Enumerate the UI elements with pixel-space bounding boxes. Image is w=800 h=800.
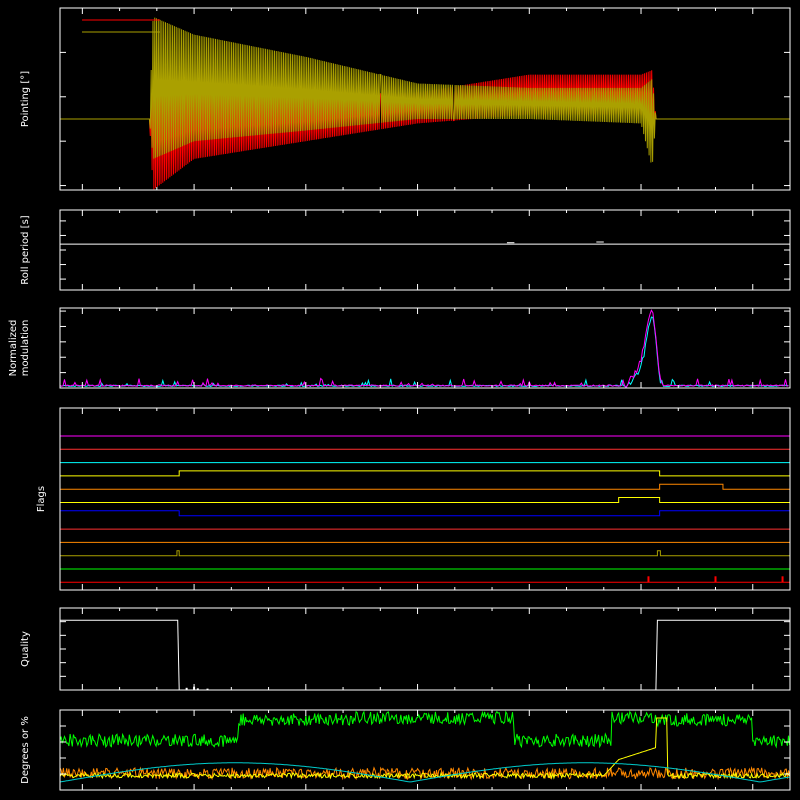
y-axis-label-ratios: Degrees or % [20,716,31,784]
y-axis-label-roll: Roll period [s] [20,215,31,284]
y-axis-label-quality: Quality [20,631,31,667]
rhessi-quicklook-figure: Pointing [°] Roll period [s] Normalizedmod… [0,0,800,800]
y-axis-label-pointing: Pointing [°] [20,71,31,127]
y-axis-label-flags: Flags [36,486,47,512]
y-axis-label-modulation: Normalizedmodulation [8,320,31,377]
